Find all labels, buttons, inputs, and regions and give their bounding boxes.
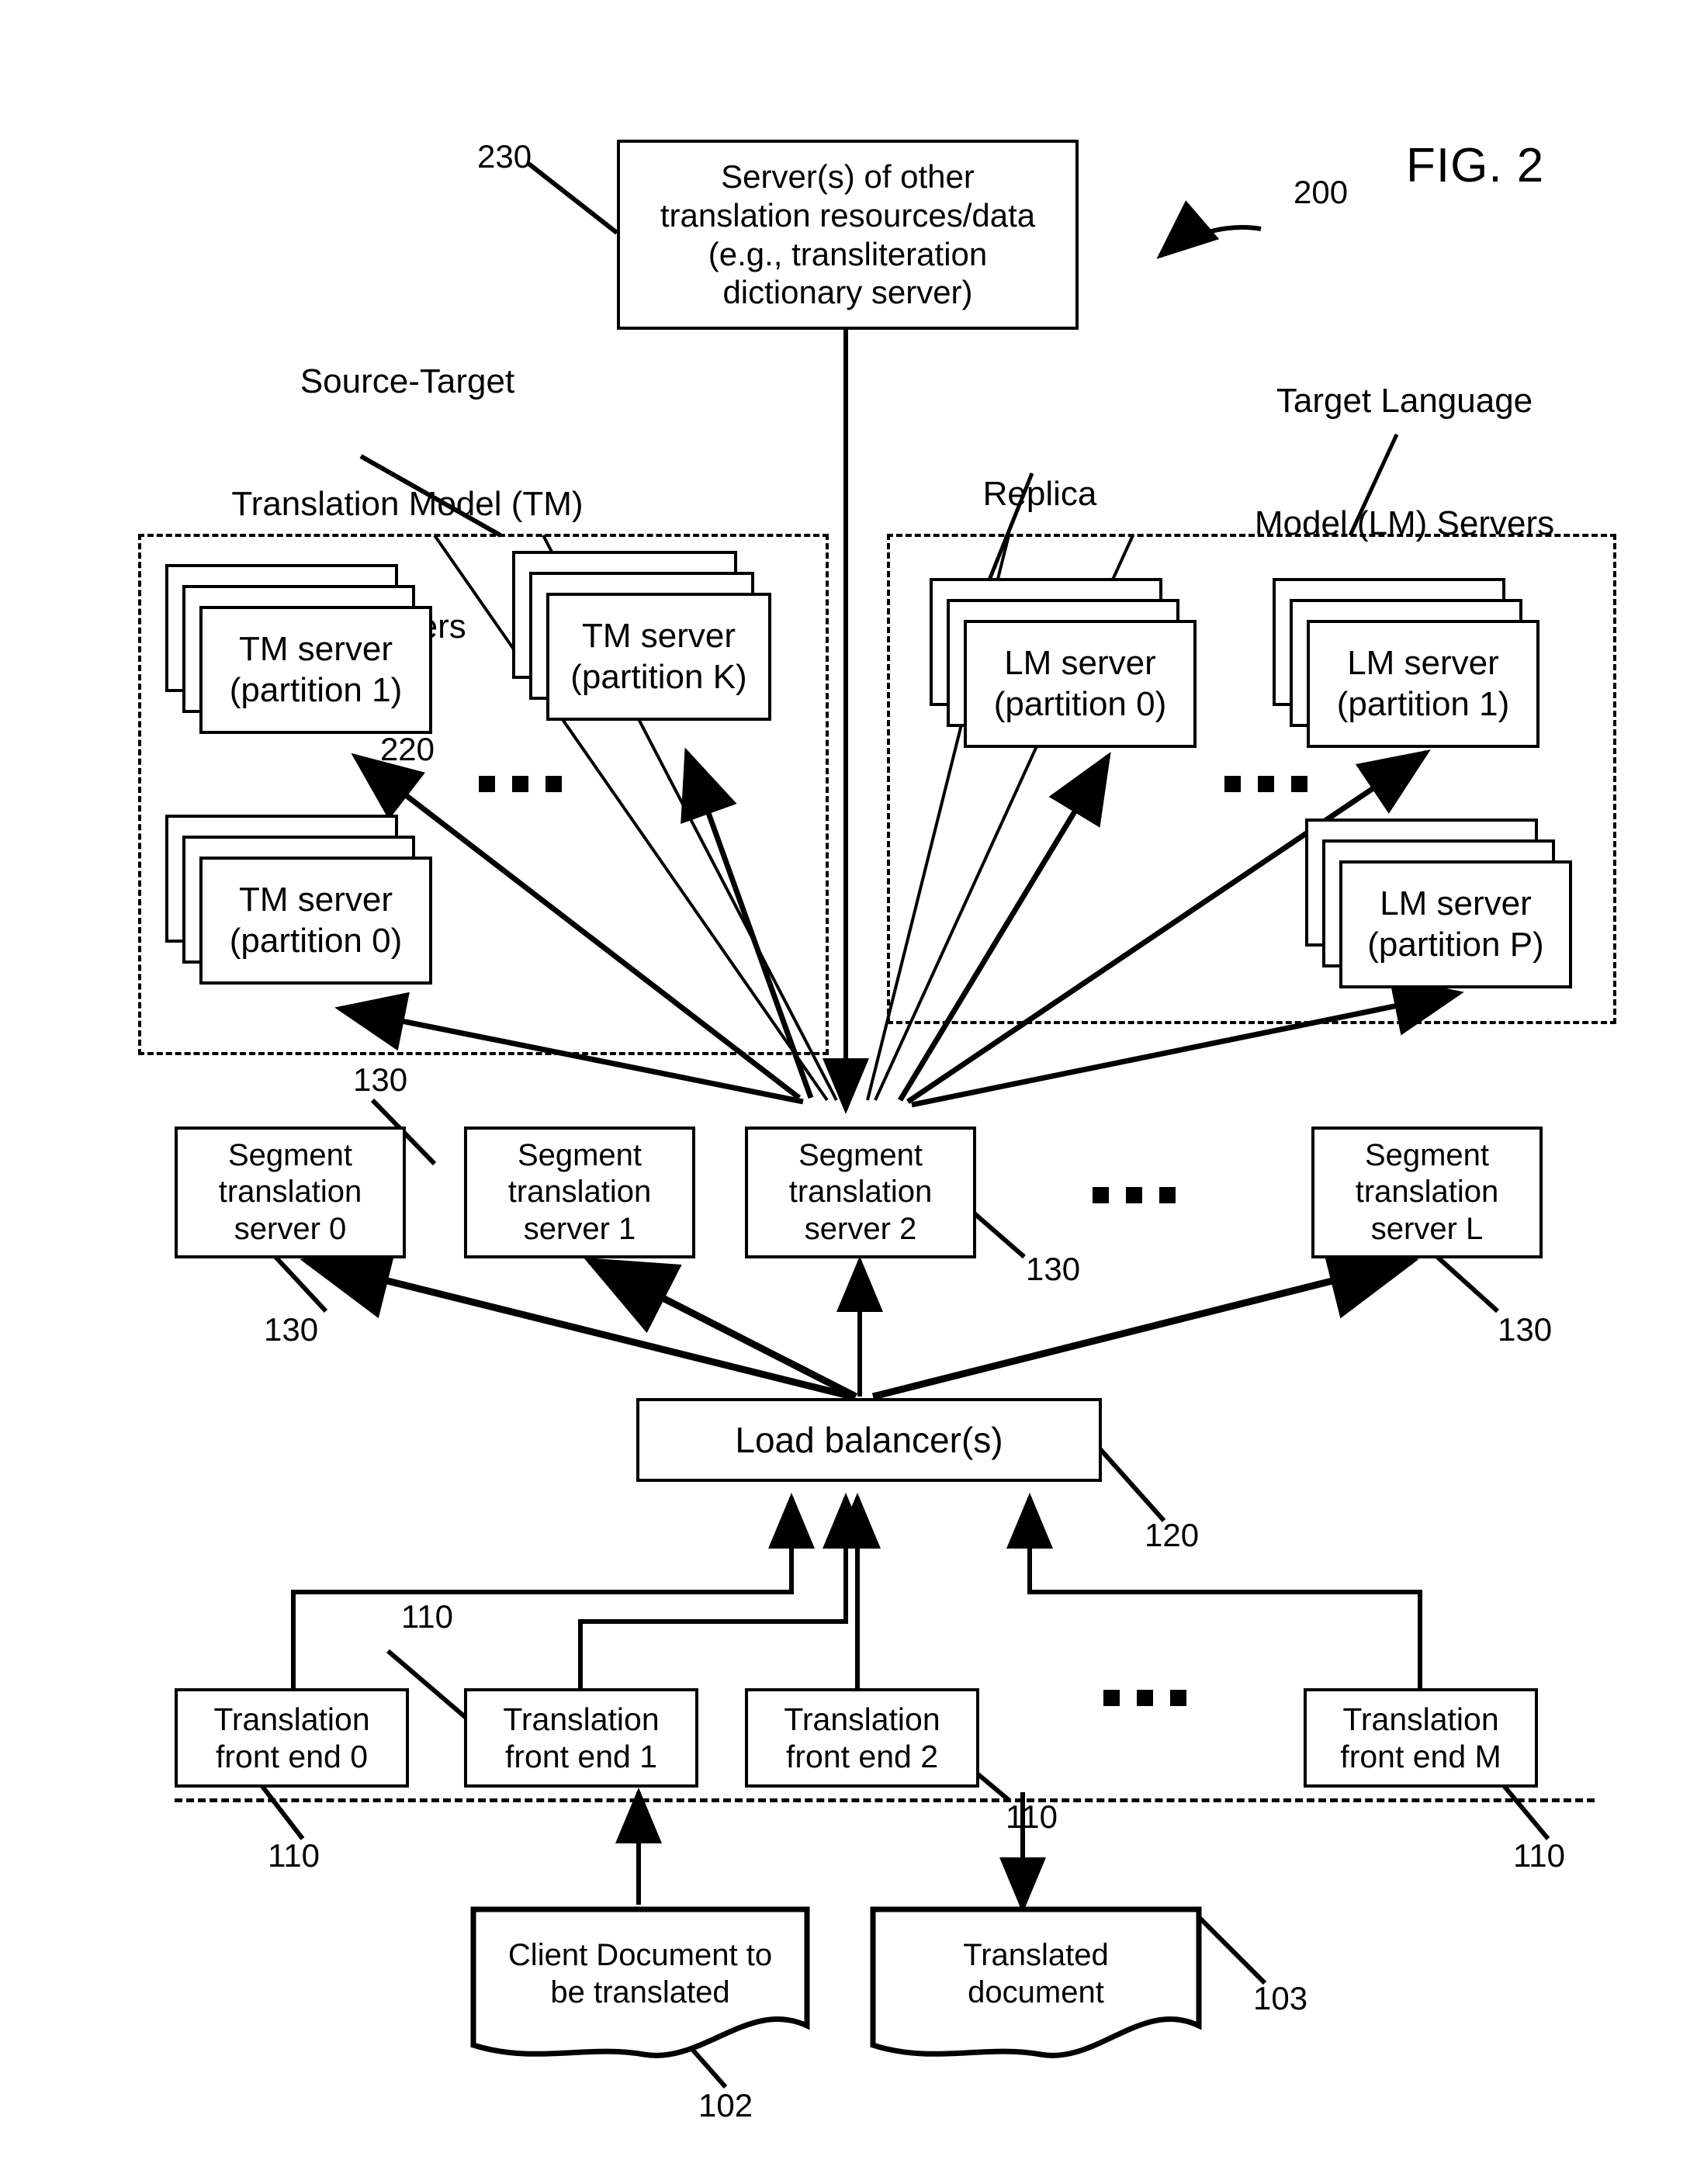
segment-translation-server-0[interactable]: Segment translation server 0 bbox=[175, 1127, 406, 1258]
ref-230: 230 bbox=[477, 138, 532, 175]
segment-translation-server-l[interactable]: Segment translation server L bbox=[1311, 1127, 1543, 1258]
translated-document-shape[interactable]: Translated document bbox=[869, 1905, 1203, 2061]
lm-server-partition-1-line-2: (partition 1) bbox=[1336, 684, 1510, 723]
segment-server-1-line-2: translation bbox=[507, 1175, 652, 1210]
lm-server-partition-0-line-2: (partition 0) bbox=[993, 684, 1167, 723]
lm-server-partition-0[interactable]: LM server (partition 0) bbox=[964, 620, 1197, 748]
ref-130-c: 130 bbox=[264, 1311, 319, 1348]
front-end-m-line-1: Translation bbox=[1342, 1701, 1499, 1737]
tm-server-partition-1-stack[interactable]: TM server (partition 1) bbox=[165, 564, 441, 736]
ellipsis-dot bbox=[1137, 1690, 1153, 1706]
translation-front-end-1[interactable]: Translation front end 1 bbox=[464, 1688, 698, 1788]
segment-server-1-line-3: server 1 bbox=[523, 1211, 636, 1246]
ref-130-a: 130 bbox=[353, 1061, 408, 1098]
front-end-0-line-1: Translation bbox=[213, 1701, 370, 1737]
other-server-line-3: (e.g., transliteration bbox=[708, 235, 988, 272]
lm-server-partition-1-line-1: LM server bbox=[1347, 643, 1499, 682]
lm-server-partition-0-line-1: LM server bbox=[1004, 643, 1156, 682]
ref-110-a: 110 bbox=[401, 1598, 453, 1635]
tm-server-partition-k-line-1: TM server bbox=[582, 616, 736, 655]
tm-group-label-line-1: Source-Target bbox=[300, 362, 515, 400]
ellipsis-dot bbox=[1291, 776, 1307, 792]
tm-server-partition-0-stack[interactable]: TM server (partition 0) bbox=[165, 815, 441, 987]
front-end-2-line-1: Translation bbox=[784, 1701, 940, 1737]
lm-group-label-line-1: Target Language bbox=[1276, 381, 1533, 420]
ellipsis-dot bbox=[1159, 1187, 1176, 1203]
lm-server-partition-p-line-1: LM server bbox=[1380, 884, 1532, 922]
figure-title: FIG. 2 bbox=[1406, 139, 1545, 192]
ellipsis-dot bbox=[1093, 1187, 1109, 1203]
tm-servers-ellipsis bbox=[479, 776, 562, 792]
ellipsis-dot bbox=[1170, 1690, 1186, 1706]
segment-server-l-line-2: translation bbox=[1355, 1175, 1499, 1210]
ellipsis-dot bbox=[512, 776, 528, 792]
segment-server-0-line-3: server 0 bbox=[234, 1211, 347, 1246]
client-document-shape[interactable]: Client Document to be translated bbox=[469, 1905, 811, 2061]
tm-server-partition-1[interactable]: TM server (partition 1) bbox=[199, 606, 432, 734]
tm-server-partition-1-line-2: (partition 1) bbox=[229, 670, 403, 709]
other-server-line-2: translation resources/data bbox=[660, 196, 1036, 234]
segment-server-0-line-2: translation bbox=[218, 1175, 362, 1210]
segment-servers-ellipsis bbox=[1093, 1187, 1176, 1203]
lm-server-partition-p-stack[interactable]: LM server (partition P) bbox=[1305, 819, 1581, 991]
segment-translation-server-2[interactable]: Segment translation server 2 bbox=[745, 1127, 976, 1258]
translation-front-end-0[interactable]: Translation front end 0 bbox=[175, 1688, 409, 1788]
segment-server-0-line-1: Segment bbox=[227, 1138, 353, 1173]
ref-200: 200 bbox=[1294, 174, 1349, 210]
segment-server-2-line-1: Segment bbox=[798, 1138, 923, 1173]
front-end-1-line-2: front end 1 bbox=[504, 1739, 658, 1774]
load-balancer-box[interactable]: Load balancer(s) bbox=[636, 1398, 1102, 1482]
other-server-line-4: dictionary server) bbox=[722, 274, 973, 311]
segment-server-2-line-3: server 2 bbox=[804, 1211, 917, 1246]
ref-110-d: 110 bbox=[1513, 1837, 1565, 1874]
ref-130-d: 130 bbox=[1498, 1311, 1553, 1348]
lm-server-partition-p-line-2: (partition P) bbox=[1367, 925, 1544, 964]
ellipsis-dot bbox=[545, 776, 562, 792]
ellipsis-dot bbox=[479, 776, 495, 792]
segment-server-1-line-1: Segment bbox=[517, 1138, 642, 1173]
translation-front-end-m[interactable]: Translation front end M bbox=[1304, 1688, 1538, 1788]
ellipsis-dot bbox=[1224, 776, 1241, 792]
tm-server-partition-0[interactable]: TM server (partition 0) bbox=[199, 857, 432, 985]
front-ends-ellipsis bbox=[1103, 1690, 1186, 1706]
front-end-2-line-2: front end 2 bbox=[785, 1739, 939, 1774]
segment-server-l-line-3: server L bbox=[1370, 1211, 1484, 1246]
tm-server-partition-0-line-2: (partition 0) bbox=[229, 921, 403, 960]
ellipsis-dot bbox=[1103, 1690, 1120, 1706]
tm-server-partition-0-line-1: TM server bbox=[239, 880, 393, 919]
ref-110-c: 110 bbox=[268, 1837, 320, 1874]
segment-server-2-line-2: translation bbox=[788, 1175, 933, 1210]
tm-server-partition-1-line-1: TM server bbox=[239, 629, 393, 668]
tm-group-label-line-2: Translation Model (TM) bbox=[231, 484, 584, 523]
front-end-0-line-2: front end 0 bbox=[215, 1739, 369, 1774]
translation-front-end-2[interactable]: Translation front end 2 bbox=[745, 1688, 979, 1788]
other-server-line-1: Server(s) of other bbox=[721, 158, 975, 196]
ref-120: 120 bbox=[1145, 1517, 1200, 1553]
lm-server-partition-0-stack[interactable]: LM server (partition 0) bbox=[930, 578, 1205, 750]
ref-102: 102 bbox=[698, 2087, 753, 2123]
front-end-1-line-1: Translation bbox=[503, 1701, 660, 1737]
ellipsis-dot bbox=[1258, 776, 1274, 792]
ref-103: 103 bbox=[1253, 1980, 1308, 2016]
front-end-m-line-2: front end M bbox=[1340, 1739, 1501, 1774]
lm-server-partition-1[interactable]: LM server (partition 1) bbox=[1307, 620, 1539, 748]
segment-server-l-line-1: Segment bbox=[1364, 1138, 1490, 1173]
client-boundary-dashed-line bbox=[175, 1798, 1595, 1802]
ref-130-b: 130 bbox=[1026, 1251, 1081, 1287]
lm-server-partition-p[interactable]: LM server (partition P) bbox=[1339, 860, 1572, 988]
lm-servers-ellipsis bbox=[1224, 776, 1307, 792]
replica-label-line-1: Replica bbox=[982, 474, 1097, 513]
lm-server-partition-1-stack[interactable]: LM server (partition 1) bbox=[1273, 578, 1548, 750]
load-balancer-label: Load balancer(s) bbox=[735, 1419, 1003, 1460]
ref-110-b: 110 bbox=[1006, 1798, 1058, 1835]
figure-canvas: FIG. 2 200 230 Server(s) of other transl… bbox=[0, 0, 1704, 2184]
ellipsis-dot bbox=[1126, 1187, 1142, 1203]
segment-translation-server-1[interactable]: Segment translation server 1 bbox=[464, 1127, 695, 1258]
other-translation-resources-server-box[interactable]: Server(s) of other translation resources… bbox=[617, 140, 1079, 330]
tm-server-partition-k-line-2: (partition K) bbox=[570, 657, 747, 696]
tm-server-partition-k-stack[interactable]: TM server (partition K) bbox=[512, 551, 780, 723]
tm-server-partition-k[interactable]: TM server (partition K) bbox=[546, 593, 771, 721]
